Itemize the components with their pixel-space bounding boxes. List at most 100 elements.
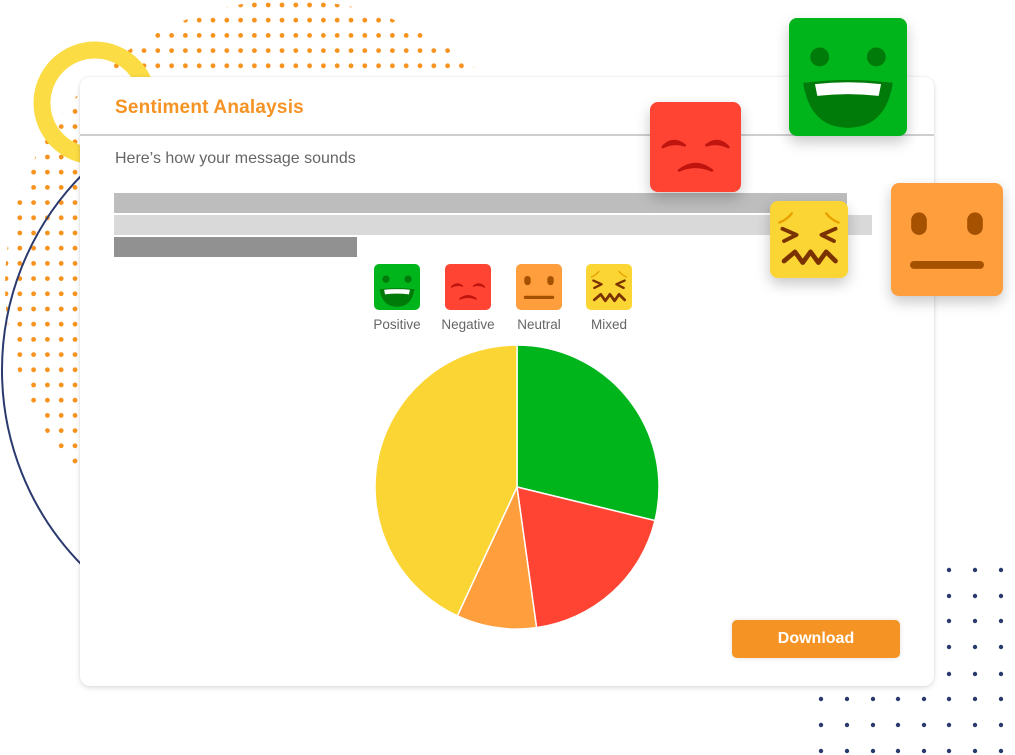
decor-dot: [45, 382, 50, 388]
decor-dot: [58, 169, 64, 175]
decor-dot: [31, 63, 36, 69]
decor-dot: [5, 17, 9, 23]
decor-dot: [431, 63, 437, 69]
decor-dot: [31, 17, 36, 23]
decor-dot: [321, 63, 326, 69]
decor-dot: [390, 48, 395, 53]
decor-dot: [321, 2, 326, 8]
decor-dot: [169, 33, 175, 38]
decor-dot: [17, 139, 23, 145]
decor-dot: [431, 48, 437, 53]
decor-dot: [362, 48, 368, 53]
decor-dot: [362, 33, 368, 38]
decor-dot: [58, 443, 64, 449]
decor-dot: [58, 428, 64, 433]
decor-dot: [45, 473, 50, 479]
text-placeholder-bar: [114, 215, 872, 235]
decor-dot: [307, 48, 312, 53]
decor-dot: [946, 722, 952, 728]
decor-dot: [72, 17, 78, 23]
decor-dot: [58, 261, 64, 266]
decor-dot: [86, 2, 92, 8]
decor-dot: [45, 17, 50, 23]
decor-dot: [5, 48, 9, 53]
decor-dot: [17, 397, 23, 403]
decor-dot: [31, 413, 36, 418]
decor-dot: [31, 139, 36, 145]
decor-dot: [31, 443, 36, 449]
decor-dot: [293, 63, 299, 69]
decor-dot: [5, 200, 9, 206]
decor-dot: [31, 291, 36, 297]
decor-dot: [17, 48, 23, 53]
sentiment-pie-chart: [374, 344, 660, 630]
decor-dot: [472, 63, 478, 69]
decor-dot: [17, 291, 23, 297]
text-placeholder-bar: [114, 193, 847, 213]
legend-item-positive: Positive: [362, 264, 432, 332]
decor-dot: [72, 261, 78, 266]
decor-dot: [72, 93, 78, 99]
decor-dot: [334, 63, 340, 69]
decor-dot: [972, 696, 978, 702]
decor-dot: [417, 63, 423, 69]
decor-dot: [72, 200, 78, 206]
decor-dot: [972, 644, 978, 650]
decor-dot: [17, 443, 23, 449]
decor-dot: [31, 200, 36, 206]
decor-dot: [210, 33, 216, 38]
decor-dot: [5, 124, 9, 129]
decor-dot: [252, 17, 257, 23]
decor-dot: [45, 48, 50, 53]
decor-dot: [334, 17, 340, 23]
decor-dot: [17, 109, 23, 114]
decor-dot: [5, 63, 9, 69]
decor-dot: [238, 17, 244, 23]
decor-dot: [58, 230, 64, 236]
decor-dot: [45, 200, 50, 206]
decor-dot: [5, 458, 9, 464]
legend-item-negative: Negative: [433, 264, 503, 332]
decor-dot: [293, 48, 299, 53]
decor-dot: [72, 321, 78, 327]
decor-dot: [72, 337, 78, 342]
decor-dot: [45, 443, 50, 449]
decor-dot: [45, 230, 50, 236]
decor-dot: [224, 48, 230, 53]
decor-dot: [417, 33, 423, 38]
decor-dot: [17, 169, 23, 175]
decor-dot: [998, 593, 1004, 599]
decor-dot: [31, 261, 36, 266]
decor-dot: [31, 397, 36, 403]
decor-dot: [58, 397, 64, 403]
download-button[interactable]: Download: [732, 620, 900, 658]
decor-dot: [17, 33, 23, 38]
decor-dot: [31, 154, 36, 160]
decor-dot: [127, 33, 133, 38]
decor-dot: [58, 93, 64, 99]
decor-dot: [5, 93, 9, 99]
decor-dot: [31, 124, 36, 129]
decor-dot: [5, 2, 9, 8]
decor-dot: [362, 17, 368, 23]
decor-dot: [58, 78, 64, 84]
decor-dot: [100, 17, 105, 23]
decor-dot: [141, 48, 147, 53]
decor-dot: [17, 321, 23, 327]
decor-dot: [5, 443, 9, 449]
text-placeholder-bar: [114, 237, 357, 257]
decor-dot: [376, 63, 381, 69]
decor-dot: [5, 185, 9, 190]
decor-dot: [431, 2, 437, 8]
decor-dot: [183, 48, 188, 53]
decor-dot: [17, 230, 23, 236]
decor-dot: [334, 33, 340, 38]
decor-dot: [5, 169, 9, 175]
decor-dot: [31, 337, 36, 342]
decor-dot: [5, 215, 9, 221]
decor-dot: [72, 78, 78, 84]
decor-dot: [45, 352, 50, 357]
decor-dot: [196, 2, 202, 8]
decor-dot: [459, 17, 464, 23]
decor-dot: [5, 382, 9, 388]
